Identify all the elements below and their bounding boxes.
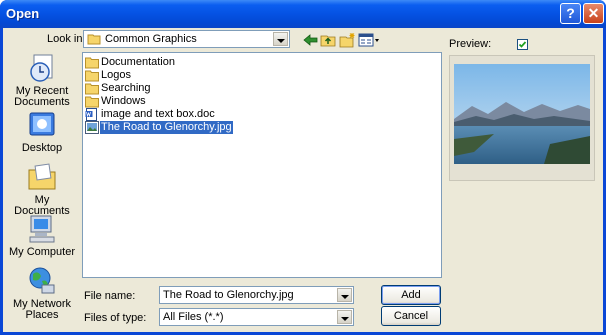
lookin-dropdown[interactable]: Common Graphics bbox=[83, 30, 290, 48]
folder-icon bbox=[85, 96, 99, 108]
file-name: The Road to Glenorchy.jpg bbox=[100, 121, 233, 134]
up-folder-icon[interactable] bbox=[320, 32, 337, 48]
chevron-down-icon[interactable] bbox=[337, 310, 352, 324]
network-places-icon bbox=[29, 267, 55, 294]
place-label: My Computer bbox=[8, 246, 76, 258]
new-folder-icon[interactable] bbox=[339, 32, 356, 48]
place-my-computer[interactable]: My Computer bbox=[8, 213, 76, 258]
place-my-network-places[interactable]: My Network Places bbox=[8, 265, 76, 321]
file-name: Logos bbox=[101, 69, 131, 81]
folder-icon bbox=[85, 83, 99, 95]
cancel-button[interactable]: Cancel bbox=[381, 306, 441, 326]
filetype-value: All Files (*.*) bbox=[163, 311, 224, 323]
filetype-label: Files of type: bbox=[84, 312, 147, 324]
places-bar: My Recent Documents Desktop My Documents bbox=[8, 52, 76, 321]
filetype-dropdown[interactable]: All Files (*.*) bbox=[159, 308, 354, 326]
back-arrow-icon[interactable] bbox=[302, 32, 319, 48]
folder-icon bbox=[85, 57, 99, 69]
lookin-label: Look in: bbox=[47, 33, 86, 45]
dialog-body: Look in: Common Graphics My Recent Docum… bbox=[3, 28, 603, 332]
filename-value: The Road to Glenorchy.jpg bbox=[163, 289, 294, 301]
chevron-down-icon[interactable] bbox=[337, 288, 352, 302]
checkmark-icon bbox=[518, 41, 527, 48]
filename-label: File name: bbox=[84, 290, 136, 302]
my-documents-icon bbox=[28, 163, 56, 190]
title-bar[interactable]: Open ? ✕ bbox=[0, 0, 606, 28]
help-button[interactable]: ? bbox=[560, 3, 581, 24]
open-dialog: Open ? ✕ Look in: Common Graphics My Rec… bbox=[0, 0, 606, 335]
lookin-value: Common Graphics bbox=[105, 33, 197, 45]
file-name: Documentation bbox=[101, 56, 175, 68]
add-button[interactable]: Add bbox=[381, 285, 441, 305]
place-my-documents[interactable]: My Documents bbox=[8, 161, 76, 217]
file-list[interactable]: Documentation Logos Searching Windows im… bbox=[82, 52, 442, 278]
folder-icon bbox=[87, 34, 101, 45]
preview-label: Preview: bbox=[449, 38, 492, 50]
place-my-recent-documents[interactable]: My Recent Documents bbox=[8, 52, 76, 108]
desktop-icon bbox=[29, 112, 55, 136]
preview-image bbox=[454, 64, 590, 164]
place-label: Desktop bbox=[21, 142, 63, 154]
chevron-down-icon[interactable] bbox=[273, 32, 288, 46]
my-computer-icon bbox=[29, 215, 55, 243]
file-name: image and text box.doc bbox=[101, 108, 215, 120]
recent-documents-icon bbox=[30, 54, 53, 82]
place-label: My Recent Documents bbox=[14, 85, 70, 108]
file-name: Searching bbox=[101, 82, 151, 94]
place-label: My Network Places bbox=[12, 298, 72, 321]
preview-checkbox[interactable] bbox=[517, 39, 528, 50]
preview-pane bbox=[449, 55, 595, 181]
close-button[interactable]: ✕ bbox=[583, 3, 604, 24]
view-menu-icon[interactable] bbox=[358, 32, 380, 48]
image-file-icon bbox=[85, 121, 99, 134]
file-name: Windows bbox=[101, 95, 146, 107]
folder-icon bbox=[85, 70, 99, 82]
word-document-icon bbox=[85, 108, 97, 121]
place-desktop[interactable]: Desktop bbox=[8, 109, 76, 154]
filename-input[interactable]: The Road to Glenorchy.jpg bbox=[159, 286, 354, 304]
window-title: Open bbox=[6, 6, 40, 21]
